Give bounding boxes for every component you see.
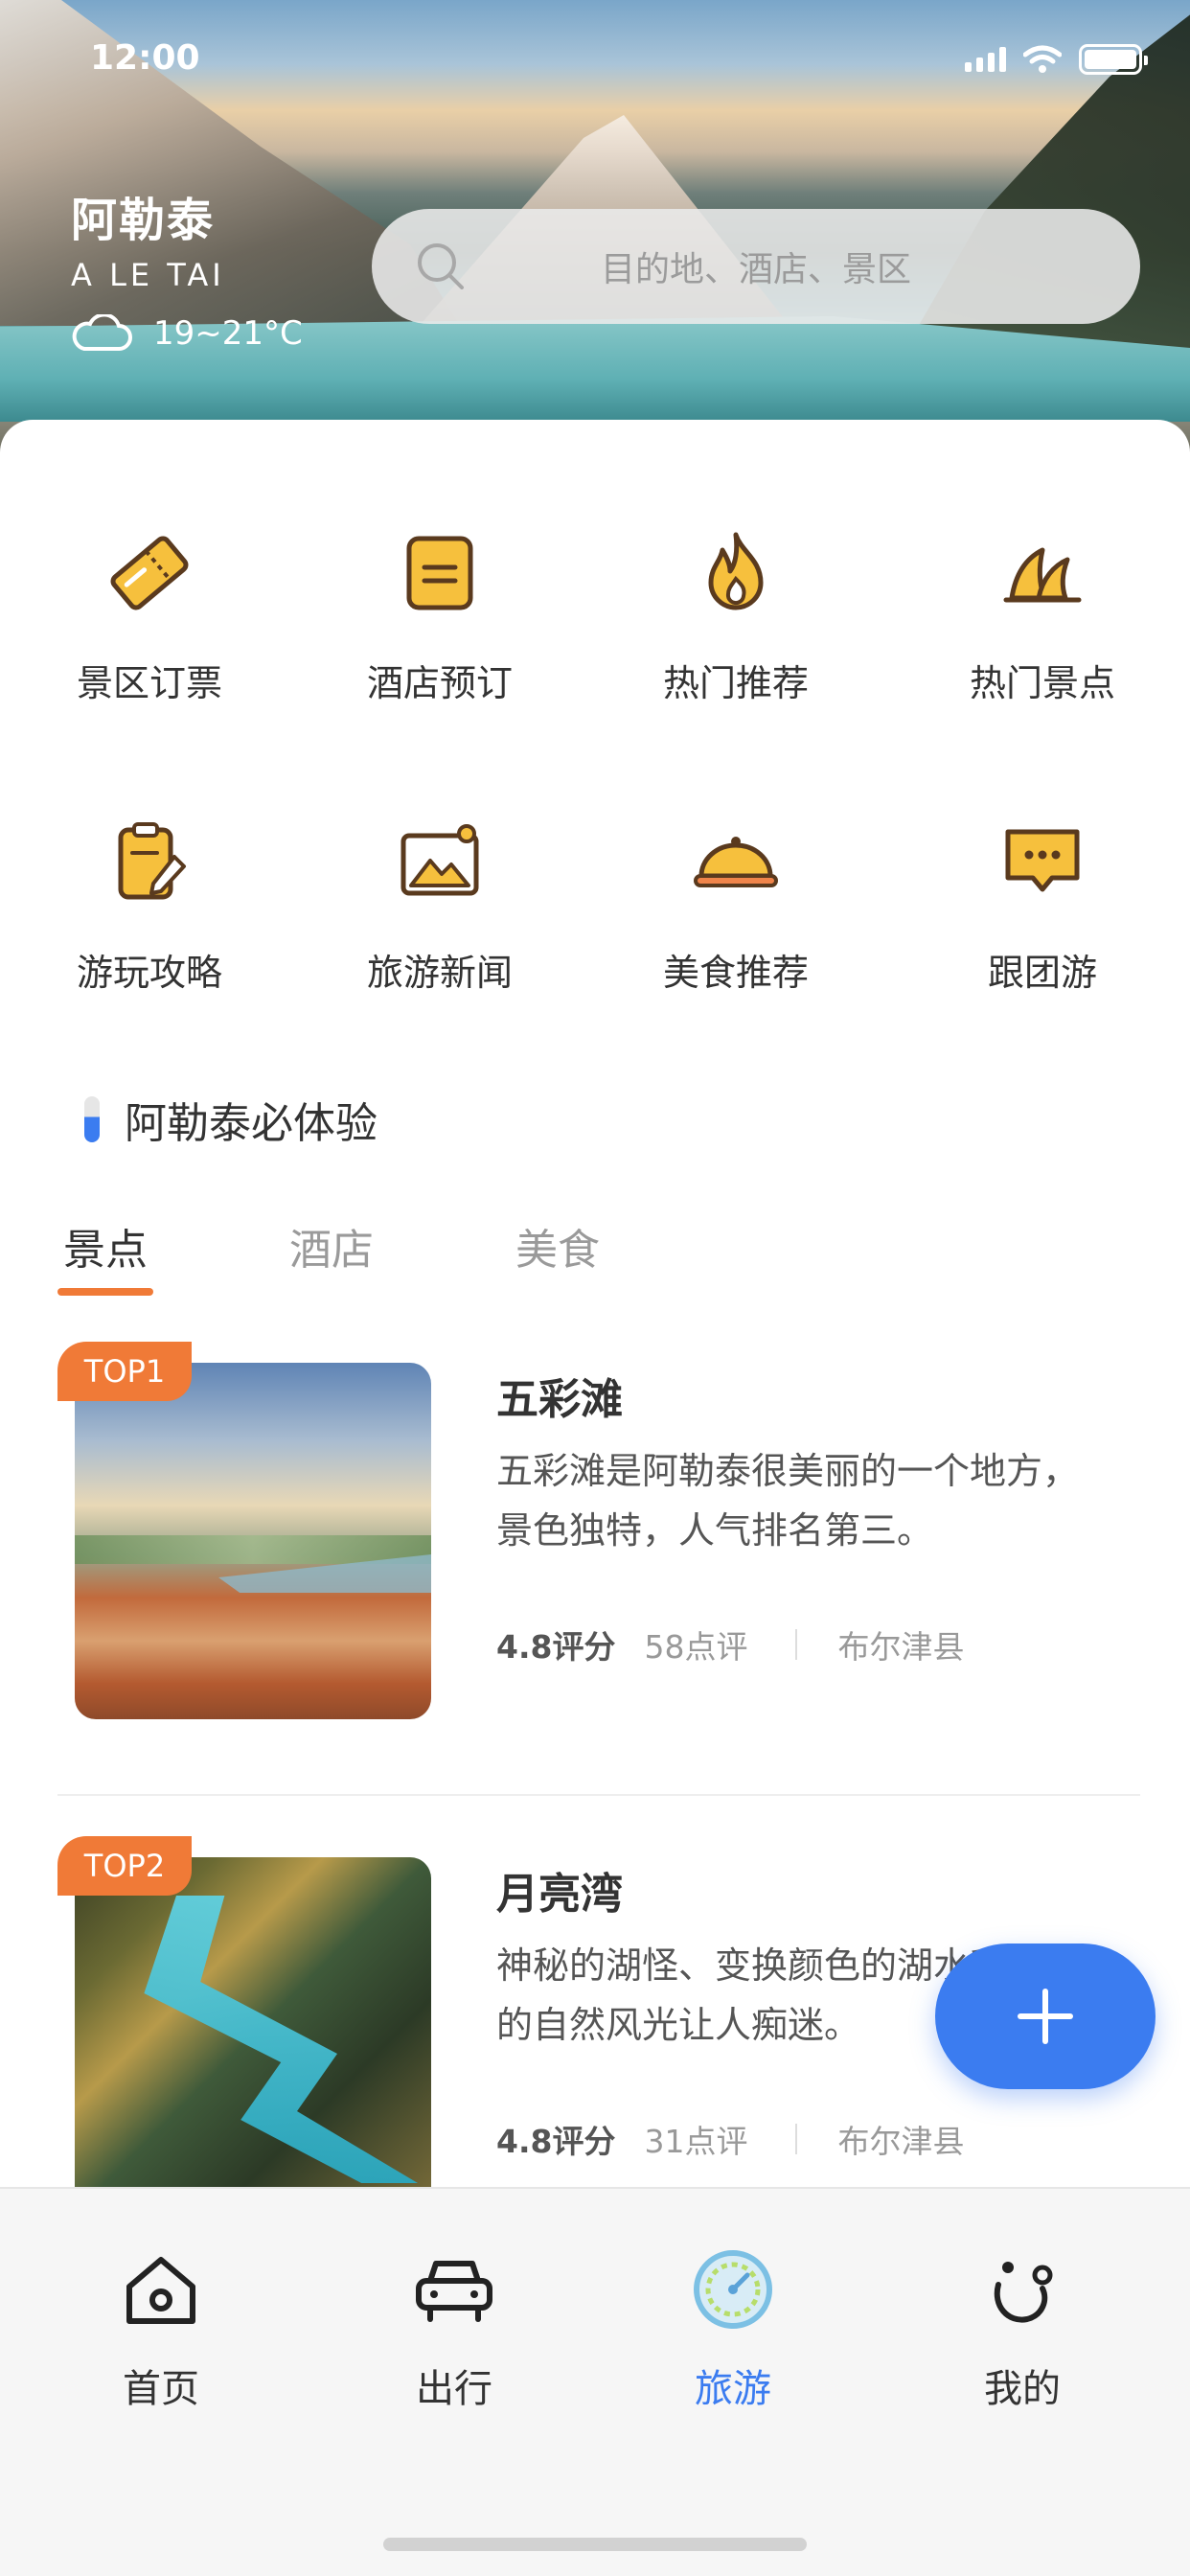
shortcut-label: 热门推荐 (662, 662, 809, 704)
attraction-title: 五彩滩 (496, 1375, 623, 1424)
shortcut-hot-attractions[interactable]: 热门景点 (927, 525, 1157, 706)
shortcut-travel-guide[interactable]: 游玩攻略 (34, 815, 264, 996)
shortcut-label: 跟团游 (987, 952, 1097, 994)
attraction-image (75, 1363, 431, 1719)
search-icon (418, 243, 464, 289)
status-icons (965, 44, 1148, 75)
car-icon (416, 2261, 492, 2322)
ticket-icon (110, 536, 189, 610)
plus-icon (1018, 1989, 1073, 2044)
location: 布尔津县 (837, 1628, 965, 1666)
shortcut-food-recommend[interactable]: 美食推荐 (621, 815, 851, 996)
list-divider (57, 1794, 1140, 1796)
attraction-image (75, 1857, 431, 2214)
review-count: 58点评 (644, 1628, 748, 1666)
opera-house-icon (1003, 547, 1082, 603)
city-name: 阿勒泰 (71, 194, 216, 247)
section-title-text: 阿勒泰必体验 (125, 1099, 378, 1148)
rating-score: 4.8评分 (496, 1628, 616, 1666)
shortcut-hotel-booking[interactable]: 酒店预订 (325, 525, 555, 706)
list-item[interactable]: TOP1 五彩滩 五彩滩是阿勒泰很美丽的一个地方，景色独特，人气排名第三。 4.… (57, 1342, 1140, 1782)
main-content: 景区订票 酒店预订 热门推荐 热门景点 游玩攻略 旅游新闻 美食推荐 跟团游 阿… (0, 420, 1190, 2214)
attraction-meta: 4.8评分 31点评 布尔津县 (496, 2116, 964, 2162)
nav-mine[interactable]: 我的 (927, 2246, 1118, 2413)
section-title-bar (84, 1096, 100, 1142)
nav-label: 首页 (123, 2367, 199, 2411)
meta-divider (795, 1629, 798, 1660)
tab-attractions[interactable]: 景点 (57, 1215, 153, 1296)
rank-badge: TOP1 (57, 1342, 192, 1401)
cloud-icon (72, 314, 132, 351)
search-input[interactable]: 目的地、酒店、景区 (372, 209, 1140, 324)
nav-travel[interactable]: 出行 (358, 2246, 550, 2413)
nav-label: 旅游 (695, 2367, 771, 2411)
shortcut-label: 热门景点 (969, 662, 1115, 704)
hotel-icon (406, 536, 473, 610)
city-block[interactable]: 阿勒泰 A LE TAI 19~21°C (71, 182, 303, 353)
profile-icon (994, 2262, 1053, 2323)
shortcut-scenic-ticket[interactable]: 景区订票 (34, 525, 264, 706)
category-tabs: 景点 酒店 美食 (57, 1215, 600, 1296)
picture-icon (400, 824, 479, 896)
shortcut-label: 美食推荐 (662, 952, 809, 994)
shortcut-label: 景区订票 (76, 662, 222, 704)
attraction-title: 月亮湾 (496, 1870, 623, 1919)
food-cloche-icon (694, 837, 778, 887)
nav-label: 出行 (416, 2367, 492, 2411)
location: 布尔津县 (837, 2123, 965, 2160)
attraction-description: 五彩滩是阿勒泰很美丽的一个地方，景色独特，人气排名第三。 (496, 1450, 1080, 1552)
temperature: 19~21°C (153, 314, 303, 353)
compass-icon (694, 2250, 772, 2329)
search-placeholder: 目的地、酒店、景区 (600, 250, 911, 289)
status-time: 12:00 (90, 38, 200, 78)
shortcut-label: 游玩攻略 (76, 952, 222, 994)
meta-divider (795, 2124, 798, 2154)
tab-food[interactable]: 美食 (515, 1215, 600, 1276)
chat-bubble-icon (1005, 829, 1080, 892)
home-icon (126, 2257, 195, 2324)
signal-icon (965, 47, 1006, 72)
wifi-icon (1023, 45, 1062, 73)
rating-score: 4.8评分 (496, 2123, 616, 2160)
tab-hotels[interactable]: 酒店 (289, 1215, 374, 1276)
section-title: 阿勒泰必体验 (84, 1089, 378, 1150)
shortcut-travel-news[interactable]: 旅游新闻 (325, 815, 555, 996)
city-pinyin: A LE TAI (71, 257, 225, 293)
home-indicator (383, 2538, 807, 2551)
bottom-nav: 首页 出行 旅游 我的 (0, 2187, 1190, 2576)
battery-icon (1079, 44, 1148, 75)
shortcut-label: 酒店预订 (366, 662, 513, 704)
fire-icon (708, 532, 764, 610)
shortcut-label: 旅游新闻 (366, 952, 513, 994)
rank-badge: TOP2 (57, 1836, 192, 1896)
nav-home[interactable]: 首页 (65, 2246, 257, 2413)
status-bar: 12:00 (0, 0, 1190, 126)
shortcut-hot-recommend[interactable]: 热门推荐 (621, 525, 851, 706)
weather: 19~21°C (71, 314, 303, 353)
shortcut-group-tour[interactable]: 跟团游 (927, 815, 1157, 996)
nav-tourism[interactable]: 旅游 (637, 2246, 829, 2413)
clipboard-pen-icon (118, 822, 186, 900)
add-button[interactable] (935, 1944, 1156, 2089)
attraction-meta: 4.8评分 58点评 布尔津县 (496, 1622, 964, 1668)
review-count: 31点评 (644, 2123, 748, 2160)
nav-label: 我的 (984, 2367, 1061, 2411)
